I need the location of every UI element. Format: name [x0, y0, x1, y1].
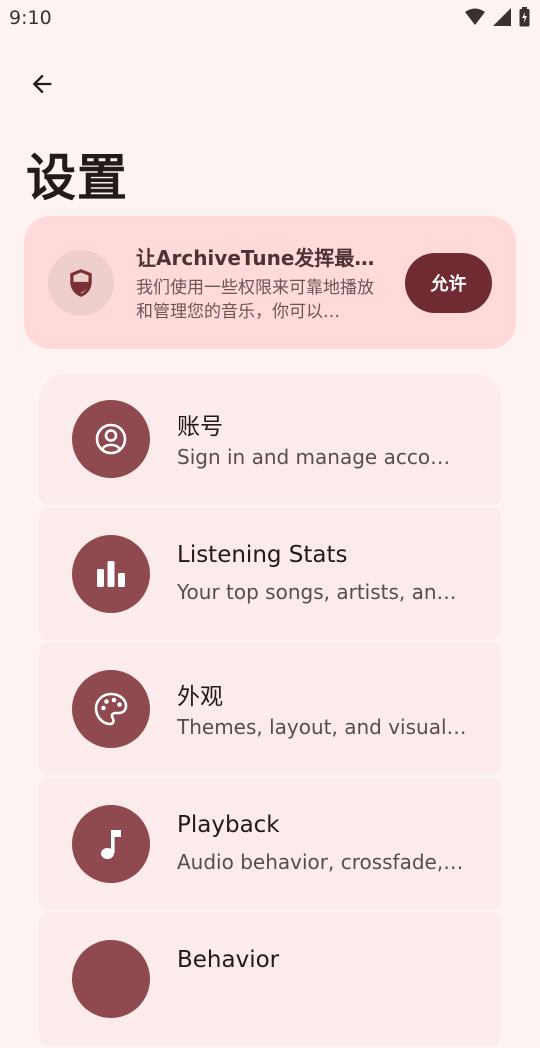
- settings-item-behavior[interactable]: Behavior: [39, 913, 501, 1045]
- status-bar: 9:10: [0, 0, 540, 36]
- settings-item-subtitle: Your top songs, artists, an…: [177, 580, 457, 604]
- arrow-back-icon: [32, 74, 52, 94]
- battery-icon: [519, 7, 530, 27]
- status-time: 9:10: [9, 7, 52, 29]
- permission-description: 我们使用一些权限来可靠地播放和管理您的音乐，你可以…: [136, 278, 374, 322]
- permission-title: 让ArchiveTune发挥最佳…: [136, 246, 391, 270]
- permission-icon-circle: [48, 250, 114, 316]
- signal-icon: [493, 8, 511, 26]
- account-icon: [72, 400, 150, 478]
- settings-item-subtitle: Audio behavior, crossfade,…: [177, 850, 464, 874]
- back-button[interactable]: [20, 62, 64, 106]
- palette-icon: [72, 670, 150, 748]
- status-icons: [465, 7, 530, 27]
- settings-item-listening-stats[interactable]: Listening Stats Your top songs, artists,…: [39, 508, 501, 640]
- page-title: 设置: [26, 149, 128, 207]
- settings-item-title: Listening Stats: [177, 542, 348, 568]
- settings-item-account[interactable]: 账号 Sign in and manage acco…: [39, 373, 501, 505]
- settings-item-title: Behavior: [177, 947, 280, 973]
- shield-icon: [70, 269, 92, 297]
- settings-list: 账号 Sign in and manage acco… Listening St…: [39, 373, 501, 1048]
- settings-item-appearance[interactable]: 外观 Themes, layout, and visual…: [39, 643, 501, 775]
- settings-item-subtitle: Sign in and manage acco…: [177, 445, 451, 469]
- permission-card: 让ArchiveTune发挥最佳… 我们使用一些权限来可靠地播放和管理您的音乐，…: [24, 216, 516, 349]
- allow-button[interactable]: 允许: [405, 253, 492, 313]
- settings-item-title: Playback: [177, 812, 280, 838]
- settings-item-title: 外观: [177, 684, 223, 710]
- behavior-icon: [72, 940, 150, 1018]
- wifi-icon: [465, 8, 485, 25]
- settings-item-playback[interactable]: Playback Audio behavior, crossfade,…: [39, 778, 501, 910]
- music-note-icon: [72, 805, 150, 883]
- bar-chart-icon: [72, 535, 150, 613]
- settings-item-title: 账号: [177, 414, 223, 440]
- settings-item-subtitle: Themes, layout, and visual…: [177, 715, 467, 739]
